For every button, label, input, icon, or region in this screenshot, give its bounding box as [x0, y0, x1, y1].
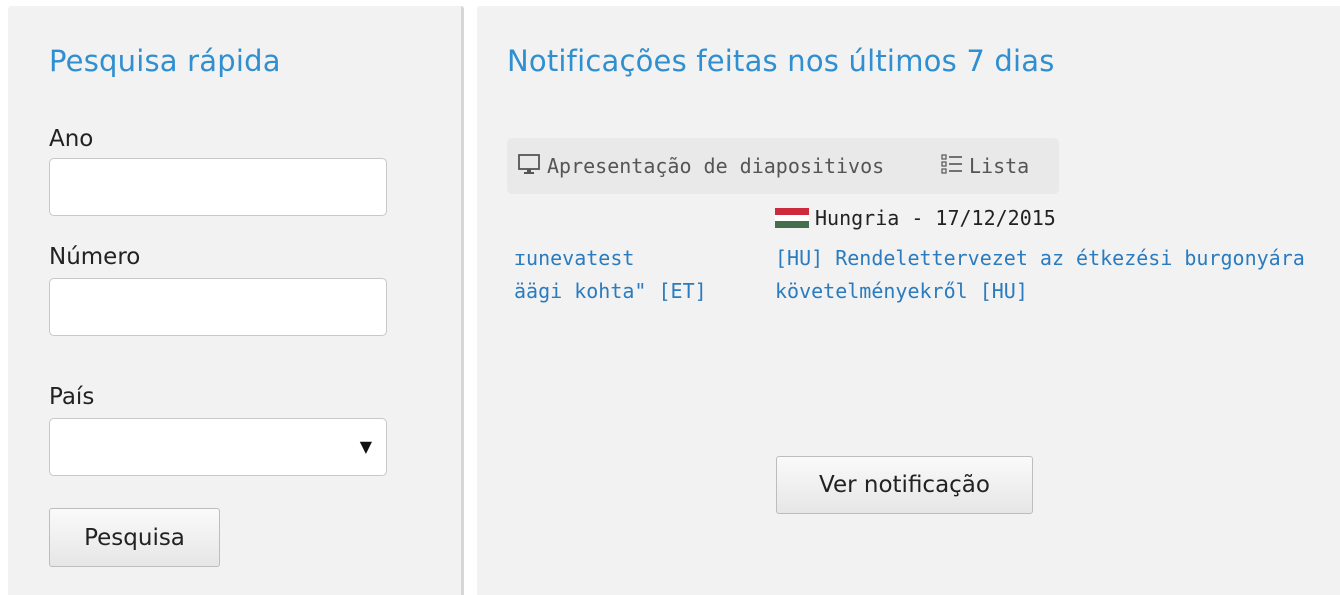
slideshow-view-tab[interactable]: Apresentação de diapositivos [517, 138, 884, 194]
hungary-flag-icon [775, 208, 809, 228]
notification-country-date-text: Hungria - 17/12/2015 [815, 206, 1056, 230]
notifications-panel: Notificações feitas nos últimos 7 dias A… [477, 6, 1340, 595]
view-notification-button[interactable]: Ver notificação [776, 456, 1033, 514]
caret-down-icon: ▼ [359, 437, 372, 456]
previous-notification-line2: äägi kohta" [ET] [514, 279, 707, 303]
current-notification-line2: követelményekről [HU] [775, 279, 1028, 303]
number-input[interactable] [49, 278, 387, 336]
view-toggle: Apresentação de diapositivos Lista [507, 138, 1059, 194]
current-notification-link[interactable]: [HU] Rendelettervezet az étkezési burgon… [775, 242, 1305, 308]
list-icon [941, 152, 969, 181]
year-label: Ano [49, 126, 94, 152]
monitor-icon [517, 152, 547, 181]
slideshow-view-label: Apresentação de diapositivos [547, 154, 885, 178]
quick-search-title: Pesquisa rápida [49, 44, 281, 78]
previous-notification-link[interactable]: ɪunevatest äägi kohta" [ET] [514, 242, 707, 308]
year-input[interactable] [49, 158, 387, 216]
search-button[interactable]: Pesquisa [49, 508, 220, 567]
current-notification-line1: [HU] Rendelettervezet az étkezési burgon… [775, 246, 1305, 270]
list-view-tab[interactable]: Lista [941, 138, 1029, 194]
list-view-label: Lista [969, 154, 1030, 178]
number-label: Número [49, 244, 141, 270]
previous-notification-line1: ɪunevatest [514, 246, 635, 270]
quick-search-panel: Pesquisa rápida Ano Número País ▼ Pesqui… [8, 6, 464, 595]
country-label: País [49, 384, 95, 410]
country-select[interactable]: ▼ [49, 418, 387, 476]
notifications-title: Notificações feitas nos últimos 7 dias [507, 44, 1055, 78]
notification-country-date: Hungria - 17/12/2015 [775, 206, 1056, 230]
